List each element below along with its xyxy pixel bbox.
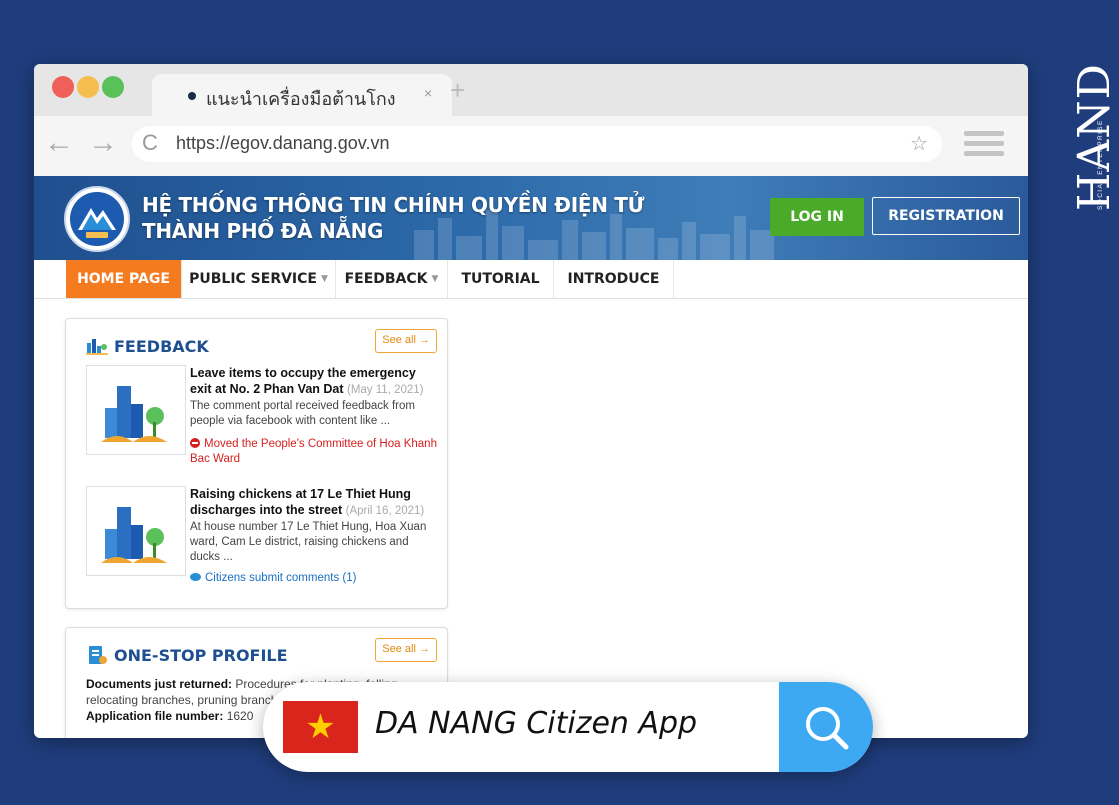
nav-feedback[interactable]: FEEDBACK ▼ [336, 260, 448, 298]
danang-logo[interactable] [64, 186, 130, 252]
documents-label: Documents just returned: [86, 677, 233, 691]
nav-public-service[interactable]: PUBLIC SERVICE ▼ [182, 260, 336, 298]
search-button[interactable] [779, 682, 873, 772]
feedback-body: Raising chickens at 17 Le Thiet Hung dis… [190, 486, 438, 586]
search-banner-text: DA NANG Citizen App [375, 706, 698, 741]
brand-logo: HAND SOCIAL ENTERPRISE [1065, 60, 1119, 250]
profile-title: ONE-STOP PROFILE [114, 646, 288, 665]
feedback-date: (April 16, 2021) [345, 505, 425, 517]
nav-introduce[interactable]: INTRODUCE [554, 260, 674, 298]
feedback-status-text: Moved the People's Committee of Hoa Khan… [190, 438, 437, 465]
feedback-status: Moved the People's Committee of Hoa Khan… [190, 437, 438, 467]
browser-menu-icon[interactable] [964, 131, 1004, 161]
nav-label: FEEDBACK [344, 271, 428, 287]
site-header: HỆ THỐNG THÔNG TIN CHÍNH QUYỀN ĐIỆN TỬ T… [34, 176, 1028, 260]
minimize-window-button[interactable] [77, 76, 99, 98]
site-title-line1: HỆ THỐNG THÔNG TIN CHÍNH QUYỀN ĐIỆN TỬ [142, 193, 645, 217]
feedback-item-title[interactable]: Leave items to occupy the emergency exit… [190, 365, 438, 398]
search-icon [806, 707, 849, 750]
close-window-button[interactable] [52, 76, 74, 98]
feedback-body: Leave items to occupy the emergency exit… [190, 365, 438, 467]
feedback-thumbnail [86, 486, 186, 576]
application-value: 1620 [226, 709, 254, 723]
site-title: HỆ THỐNG THÔNG TIN CHÍNH QUYỀN ĐIỆN TỬ T… [142, 192, 644, 244]
nav-label: HOME PAGE [77, 271, 170, 287]
feedback-description: The comment portal received feedback fro… [190, 400, 415, 427]
citizen-app-search-banner[interactable]: ★ DA NANG Citizen App [263, 682, 873, 772]
feedback-date: (May 11, 2021) [347, 384, 424, 396]
reload-icon[interactable]: C [142, 130, 158, 156]
nav-label: INTRODUCE [567, 271, 660, 287]
browser-window: แนะนำเครื่องมือต้านโกง × + ← → C https:/… [34, 64, 1028, 738]
tab-title: แนะนำเครื่องมือต้านโกง [206, 89, 396, 109]
feedback-item[interactable]: Raising chickens at 17 Le Thiet Hung dis… [86, 486, 436, 598]
maximize-window-button[interactable] [102, 76, 124, 98]
feedback-status[interactable]: Citizens submit comments (1) [190, 571, 438, 586]
feedback-see-all-button[interactable]: See all → [375, 329, 437, 353]
flag-star-icon: ★ [305, 708, 336, 746]
chevron-down-icon: ▼ [320, 274, 328, 284]
brand-name: HAND [1069, 63, 1119, 211]
url-input[interactable]: C https://egov.danang.gov.vn ☆ [132, 126, 942, 162]
no-entry-icon [190, 438, 200, 448]
nav-label: PUBLIC SERVICE [189, 271, 317, 287]
chevron-down-icon: ▼ [431, 274, 439, 284]
feedback-item[interactable]: Leave items to occupy the emergency exit… [86, 365, 438, 470]
application-label: Application file number: [86, 709, 224, 723]
site-title-line2: THÀNH PHỐ ĐÀ NẴNG [142, 219, 384, 243]
bookmark-star-icon[interactable]: ☆ [910, 131, 928, 156]
new-tab-button[interactable]: + [450, 77, 465, 103]
nav-home-page[interactable]: HOME PAGE [66, 260, 182, 298]
profile-see-all-button[interactable]: See all → [375, 638, 437, 662]
brand-tagline: SOCIAL ENTERPRISE [1097, 119, 1104, 210]
back-arrow-icon[interactable]: ← [44, 128, 74, 158]
feedback-title: FEEDBACK [114, 337, 209, 356]
feedback-status-text: Citizens submit comments (1) [205, 572, 357, 584]
tab-bar: แนะนำเครื่องมือต้านโกง × + [34, 64, 1028, 116]
nav-tutorial[interactable]: TUTORIAL [448, 260, 554, 298]
document-icon [89, 646, 107, 664]
city-chart-icon [86, 339, 108, 355]
feedback-panel: FEEDBACK See all → Leave items to occupy… [65, 318, 448, 609]
forward-arrow-icon[interactable]: → [88, 128, 118, 158]
feedback-thumbnail [86, 365, 186, 455]
feedback-description: At house number 17 Le Thiet Hung, Hoa Xu… [190, 521, 427, 563]
browser-tab[interactable]: แนะนำเครื่องมือต้านโกง × [152, 74, 452, 116]
login-button[interactable]: LOG IN [770, 198, 864, 236]
nav-label: TUTORIAL [461, 271, 540, 287]
vietnam-flag-icon: ★ [283, 701, 358, 753]
main-nav: HOME PAGE PUBLIC SERVICE ▼ FEEDBACK ▼ TUTO… [34, 260, 1028, 299]
tab-close-icon[interactable]: × [424, 85, 432, 101]
address-bar: ← → C https://egov.danang.gov.vn ☆ [34, 116, 1028, 177]
registration-button[interactable]: REGISTRATION [872, 197, 1020, 235]
comment-bubble-icon [190, 573, 201, 581]
feedback-item-title[interactable]: Raising chickens at 17 Le Thiet Hung dis… [190, 486, 438, 519]
tab-indicator-icon [188, 92, 196, 100]
url-text[interactable]: https://egov.danang.gov.vn [176, 133, 390, 154]
